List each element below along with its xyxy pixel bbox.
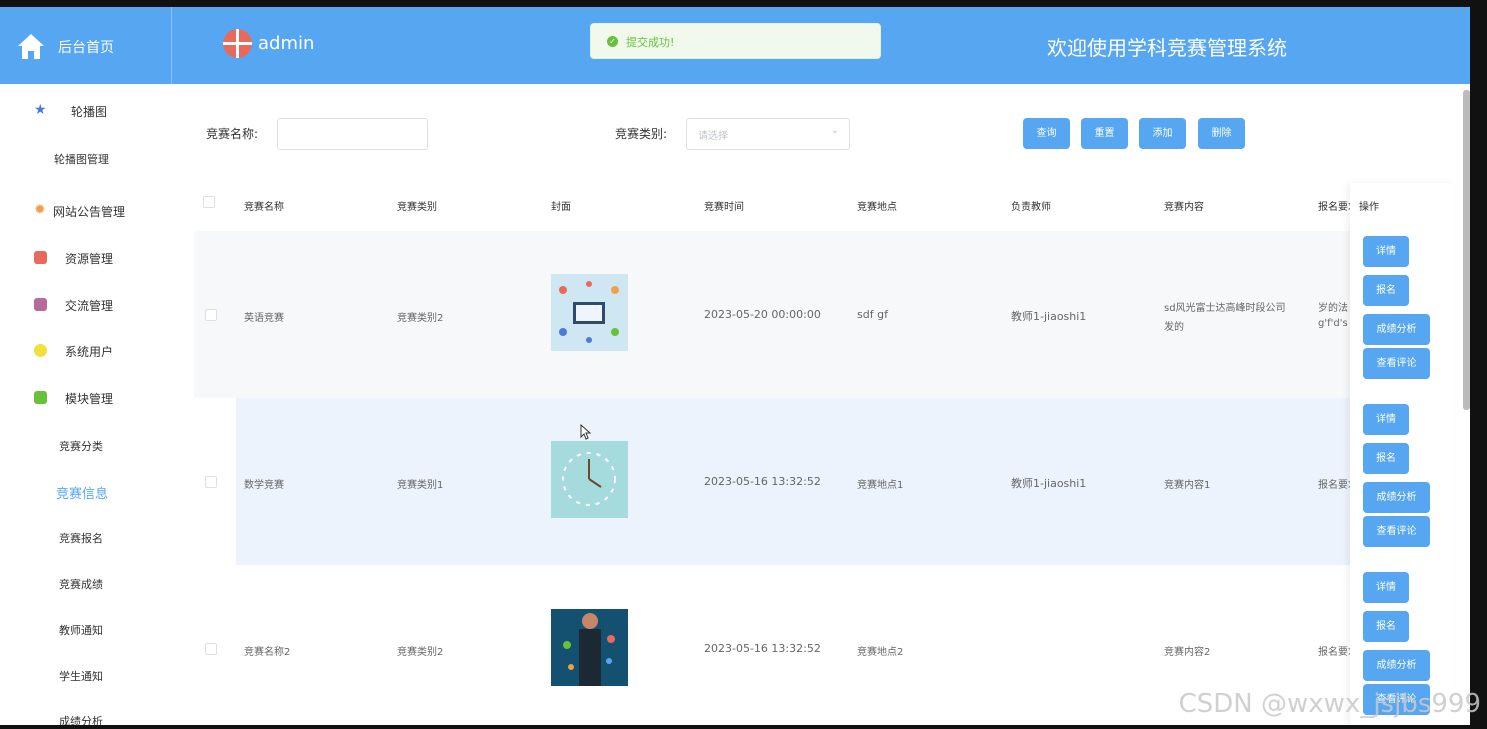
cell-type: 竞赛类别2 <box>397 647 444 658</box>
signup-button[interactable]: 报名 <box>1363 275 1409 306</box>
cell-name: 数学竞赛 <box>244 480 284 491</box>
cell-place: 竞赛地点1 <box>857 480 904 491</box>
name-label: 竞赛名称: <box>206 127 259 141</box>
chevron-down-icon: ⌄ <box>830 125 839 136</box>
score-analysis-button[interactable]: 成绩分析 <box>1363 314 1430 345</box>
box-icon <box>34 298 47 311</box>
cover-image[interactable] <box>551 274 628 351</box>
cell-content: 竞赛内容2 <box>1164 647 1211 658</box>
home-label: 后台首页 <box>58 40 114 56</box>
row-checkbox[interactable] <box>205 643 217 655</box>
sidebar-item-label: 系统用户 <box>65 345 114 359</box>
grid-icon <box>34 251 47 264</box>
reset-button[interactable]: 重置 <box>1081 118 1128 149</box>
select-all-checkbox[interactable] <box>203 196 215 208</box>
table-row: 数学竞赛 竞赛类别1 2023-05-16 13:32:52 竞赛地点1 教师1… <box>236 398 1444 565</box>
detail-button[interactable]: 详情 <box>1363 404 1409 435</box>
sidebar-sub-signup[interactable]: 竞赛报名 <box>59 530 103 546</box>
sidebar-item-carousel-manage[interactable]: 轮播图管理 <box>54 151 109 167</box>
header-place: 竞赛地点 <box>857 202 897 213</box>
detail-button[interactable]: 详情 <box>1363 236 1409 267</box>
cell-content-line2: 发的 <box>1164 322 1184 333</box>
star-icon: ★ <box>34 102 47 118</box>
type-label: 竞赛类别: <box>615 127 668 141</box>
cell-time: 2023-05-16 13:32:52 <box>704 642 821 655</box>
header-content: 竞赛内容 <box>1164 202 1204 213</box>
score-analysis-button[interactable]: 成绩分析 <box>1363 650 1430 681</box>
header-cover: 封面 <box>551 202 571 213</box>
row-checkbox[interactable] <box>205 476 217 488</box>
avatar[interactable] <box>223 29 252 58</box>
main-content: 竞赛名称: 竞赛类别: 请选择 ⌄ 查询 重置 添加 删除 竞赛名称 竞赛类别 … <box>178 90 1470 725</box>
cell-name: 英语竞赛 <box>244 313 284 324</box>
cell-name: 竞赛名称2 <box>244 647 291 658</box>
sidebar-sub-competition-info[interactable]: 竞赛信息 <box>56 483 108 502</box>
add-button[interactable]: 添加 <box>1139 118 1186 149</box>
row-checkbox[interactable] <box>205 309 217 321</box>
header-name: 竞赛名称 <box>244 202 284 213</box>
header-time: 竞赛时间 <box>704 202 744 213</box>
sidebar-sub-teacher-notice[interactable]: 教师通知 <box>59 622 103 638</box>
header-type: 竞赛类别 <box>397 202 437 213</box>
view-comments-button[interactable]: 查看评论 <box>1363 348 1430 379</box>
delete-button[interactable]: 删除 <box>1198 118 1245 149</box>
sidebar-sub-category[interactable]: 竞赛分类 <box>59 438 103 454</box>
cell-requirement: 岁的法 <box>1318 303 1348 314</box>
welcome-title: 欢迎使用学科竞赛管理系统 <box>1047 36 1287 60</box>
mouse-cursor-icon <box>580 424 592 440</box>
cell-content: 竞赛内容1 <box>1164 480 1211 491</box>
app-window: 后台首页 admin ✓ 提交成功! 欢迎使用学科竞赛管理系统 ★ 轮播图 轮播… <box>0 7 1470 725</box>
cube-icon <box>34 344 47 357</box>
cell-place: 竞赛地点2 <box>857 647 904 658</box>
detail-button[interactable]: 详情 <box>1363 572 1409 603</box>
signup-button[interactable]: 报名 <box>1363 611 1409 642</box>
type-placeholder: 请选择 <box>698 131 728 142</box>
sidebar-item-label: 交流管理 <box>65 299 114 313</box>
cell-type: 竞赛类别1 <box>397 480 444 491</box>
sidebar-sub-score-analysis[interactable]: 成绩分析 <box>59 713 103 725</box>
cover-image[interactable] <box>551 609 628 686</box>
user-name[interactable]: admin <box>258 33 314 54</box>
header-operation: 操作 <box>1359 202 1379 213</box>
sidebar-sub-scores[interactable]: 竞赛成绩 <box>59 576 103 592</box>
header-teacher: 负责教师 <box>1011 202 1051 213</box>
cell-place: sdf gf <box>857 308 888 321</box>
cell-time: 2023-05-16 13:32:52 <box>704 475 821 488</box>
vertical-scrollbar[interactable] <box>1463 90 1470 410</box>
top-header: 后台首页 admin ✓ 提交成功! 欢迎使用学科竞赛管理系统 <box>0 7 1470 84</box>
toast-message: 提交成功! <box>626 36 675 49</box>
view-comments-button[interactable]: 查看评论 <box>1363 516 1430 547</box>
check-circle-icon: ✓ <box>607 36 618 47</box>
sidebar: ★ 轮播图 轮播图管理 ✹ 网站公告管理 资源管理 交流管理 系统用户 模块管理… <box>0 84 172 725</box>
type-select[interactable]: 请选择 ⌄ <box>686 118 850 150</box>
cell-time: 2023-05-20 00:00:00 <box>704 308 821 321</box>
cell-type: 竞赛类别2 <box>397 313 444 324</box>
cell-content: sd风光富士达高峰时段公司 <box>1164 303 1286 314</box>
chat-icon <box>34 391 47 404</box>
watermark: CSDN @wxwx_jsjbs999 <box>1178 689 1481 719</box>
gear-icon: ✹ <box>34 202 46 218</box>
table-row: 英语竞赛 竞赛类别2 2023-05-20 00:00:00 sdf gf 教师… <box>194 231 1444 398</box>
success-toast: ✓ 提交成功! <box>590 23 881 59</box>
sidebar-item-label: 网站公告管理 <box>53 205 126 219</box>
sidebar-item-label: 轮播图 <box>71 105 108 119</box>
sidebar-item-label: 模块管理 <box>65 392 114 406</box>
signup-button[interactable]: 报名 <box>1363 443 1409 474</box>
sidebar-item-label: 资源管理 <box>65 252 114 266</box>
home-link[interactable]: 后台首页 <box>0 7 172 84</box>
cell-teacher: 教师1-jiaoshi1 <box>1011 477 1087 490</box>
name-input[interactable] <box>277 118 428 150</box>
sidebar-sub-student-notice[interactable]: 学生通知 <box>59 668 103 684</box>
cover-image[interactable] <box>551 441 628 518</box>
cell-requirement-line2: g'f'd's <box>1318 318 1348 329</box>
score-analysis-button[interactable]: 成绩分析 <box>1363 482 1430 513</box>
search-button[interactable]: 查询 <box>1023 118 1070 149</box>
home-icon <box>18 34 44 59</box>
cell-teacher: 教师1-jiaoshi1 <box>1011 310 1087 323</box>
